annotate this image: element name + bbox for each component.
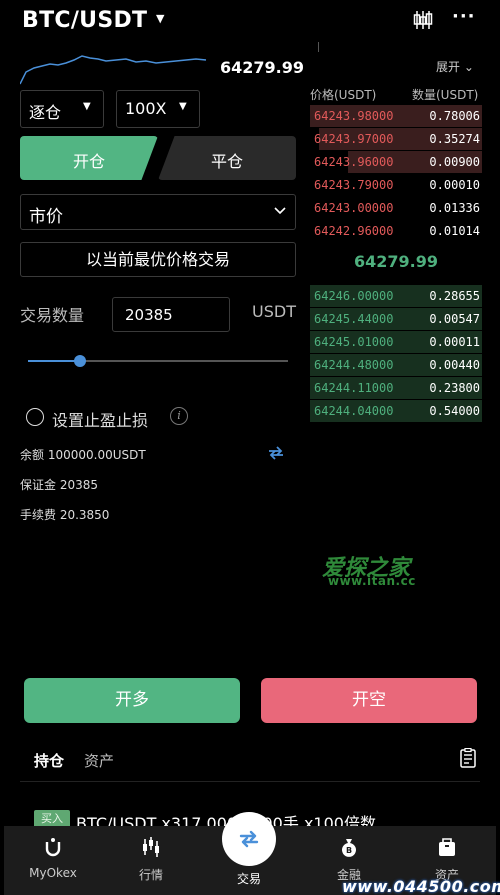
orderbook-price: 64243.97000 <box>314 132 394 146</box>
market-icon <box>143 837 159 857</box>
nav-label: 行情 <box>138 868 163 882</box>
orderbook-price: 64243.00000 <box>314 201 394 215</box>
nav-market[interactable]: 行情 <box>116 826 186 895</box>
orderbook-price: 64245.44000 <box>314 312 394 326</box>
qty-slider-fill <box>28 360 80 362</box>
qty-label: 交易数量 <box>20 306 85 325</box>
tpsl-radio[interactable] <box>26 408 44 426</box>
orderbook-qty: 0.28655 <box>429 289 480 303</box>
fee-text: 手续费 20.3850 <box>20 508 110 522</box>
order-type-select[interactable]: 市价 <box>20 194 296 230</box>
orderbook-qty: 0.01336 <box>429 201 480 215</box>
orderbook-qty: 0.00440 <box>429 358 480 372</box>
nav-trade[interactable] <box>222 812 276 866</box>
orderbook-price: 64244.04000 <box>314 404 394 418</box>
orderbook-price: 64243.96000 <box>314 155 394 169</box>
orderbook-row[interactable]: 64245.01000 0.00011 <box>310 331 482 353</box>
chevron-down-icon: ▼ <box>179 101 187 112</box>
orderbook-qty: 0.78006 <box>429 109 480 123</box>
orderbook-row[interactable]: 64243.96000 0.00900 <box>310 151 482 173</box>
last-price: 64279.99 <box>220 58 305 77</box>
leverage-select[interactable]: 100X ▼ <box>116 90 200 128</box>
svg-text:B: B <box>346 846 352 855</box>
more-icon[interactable]: ··· <box>452 6 476 27</box>
qty-value: 20385 <box>125 306 173 324</box>
order-history-icon[interactable] <box>460 748 476 768</box>
divider <box>318 42 319 52</box>
best-price-button[interactable]: 以当前最优价格交易 <box>20 242 296 277</box>
orderbook-expand[interactable]: 展开 ⌄ <box>436 58 474 75</box>
candlestick-icon[interactable] <box>412 9 434 31</box>
margin-mode-select[interactable]: 逐仓 ▼ <box>20 90 104 128</box>
divider <box>20 781 480 782</box>
orderbook-qty: 0.35274 <box>429 132 480 146</box>
orderbook-row[interactable]: 64243.98000 0.78006 <box>310 105 482 127</box>
orderbook-qty: 0.00547 <box>429 312 480 326</box>
tab-close-label: 平仓 <box>210 152 243 171</box>
orderbook-price-header: 价格(USDT) <box>310 88 377 102</box>
tab-open-label: 开仓 <box>72 152 105 171</box>
orderbook-row[interactable]: 64244.11000 0.23800 <box>310 377 482 399</box>
pair-title[interactable]: BTC/USDT <box>22 8 147 33</box>
orderbook-qty: 0.54000 <box>429 404 480 418</box>
orderbook-row[interactable]: 64244.48000 0.00440 <box>310 354 482 376</box>
assets-icon <box>439 838 455 856</box>
nav-myokex[interactable]: MyOkex <box>18 826 88 895</box>
orderbook-qty: 0.00010 <box>429 178 480 192</box>
chevron-down-icon: ▼ <box>83 101 91 112</box>
open-short-button[interactable]: 开空 <box>261 678 477 723</box>
tab-assets[interactable]: 资产 <box>84 750 114 771</box>
orderbook-mid-price: 64279.99 <box>353 252 438 271</box>
tab-positions[interactable]: 持仓 <box>34 750 64 771</box>
order-type-value: 市价 <box>29 207 63 227</box>
myokex-icon <box>45 838 61 857</box>
qty-unit: USDT <box>252 302 296 321</box>
orderbook-qty: 0.23800 <box>429 381 480 395</box>
orderbook-price: 64244.48000 <box>314 358 394 372</box>
open-long-button[interactable]: 开多 <box>24 678 240 723</box>
tpsl-label[interactable]: 设置止盈止损 <box>52 407 148 431</box>
orderbook-price: 64242.96000 <box>314 224 394 238</box>
header: BTC/USDT ▼ ··· <box>4 0 496 46</box>
pair-caret-icon[interactable]: ▼ <box>156 12 164 25</box>
tab-close-position[interactable]: 平仓 <box>158 136 296 180</box>
tab-open-position[interactable]: 开仓 <box>20 136 158 180</box>
orderbook-qty: 0.00900 <box>429 155 480 169</box>
nav-label: 交易 <box>236 872 261 886</box>
orderbook-price: 64246.00000 <box>314 289 394 303</box>
orderbook-row[interactable]: 64242.96000 0.01014 <box>310 220 482 242</box>
orderbook-qty: 0.01014 <box>429 224 480 238</box>
margin-text: 保证金 20385 <box>20 478 98 492</box>
orderbook-row[interactable]: 64245.44000 0.00547 <box>310 308 482 330</box>
watermark-url: www.itan.cc <box>328 574 416 588</box>
nav-label: MyOkex <box>29 866 77 880</box>
margin-mode-value: 逐仓 <box>29 103 62 122</box>
qty-slider-track[interactable] <box>28 360 288 362</box>
trade-screen: BTC/USDT ▼ ··· 64279.99 逐仓 ▼ 100X ▼ 开仓 平… <box>4 0 500 895</box>
watermark-bottom: www.044500.com <box>342 877 500 895</box>
orderbook-qty-header: 数量(USDT) <box>412 88 479 102</box>
info-icon[interactable]: i <box>170 407 188 425</box>
trade-icon <box>239 830 259 848</box>
orderbook-row[interactable]: 64243.79000 0.00010 <box>310 174 482 196</box>
orderbook-price: 64243.98000 <box>314 109 394 123</box>
orderbook-row[interactable]: 64244.04000 0.54000 <box>310 400 482 422</box>
orderbook-expand-label: 展开 <box>436 60 461 74</box>
orderbook-qty: 0.00011 <box>429 335 480 349</box>
mini-price-chart <box>20 55 207 85</box>
chevron-down-icon <box>274 207 286 215</box>
orderbook-price: 64244.11000 <box>314 381 394 395</box>
finance-icon: B <box>342 839 356 857</box>
chevron-down-icon: ⌄ <box>463 60 474 74</box>
transfer-icon[interactable] <box>266 443 286 463</box>
balance-text: 余额 100000.00USDT <box>20 448 146 462</box>
orderbook-price: 64243.79000 <box>314 178 394 192</box>
orderbook-price: 64245.01000 <box>314 335 394 349</box>
qty-slider-handle[interactable] <box>74 355 86 367</box>
orderbook-row[interactable]: 64246.00000 0.28655 <box>310 285 482 307</box>
orderbook-row[interactable]: 64243.97000 0.35274 <box>310 128 482 150</box>
leverage-value: 100X <box>125 99 167 118</box>
orderbook-row[interactable]: 64243.00000 0.01336 <box>310 197 482 219</box>
qty-input[interactable]: 20385 <box>112 297 230 332</box>
